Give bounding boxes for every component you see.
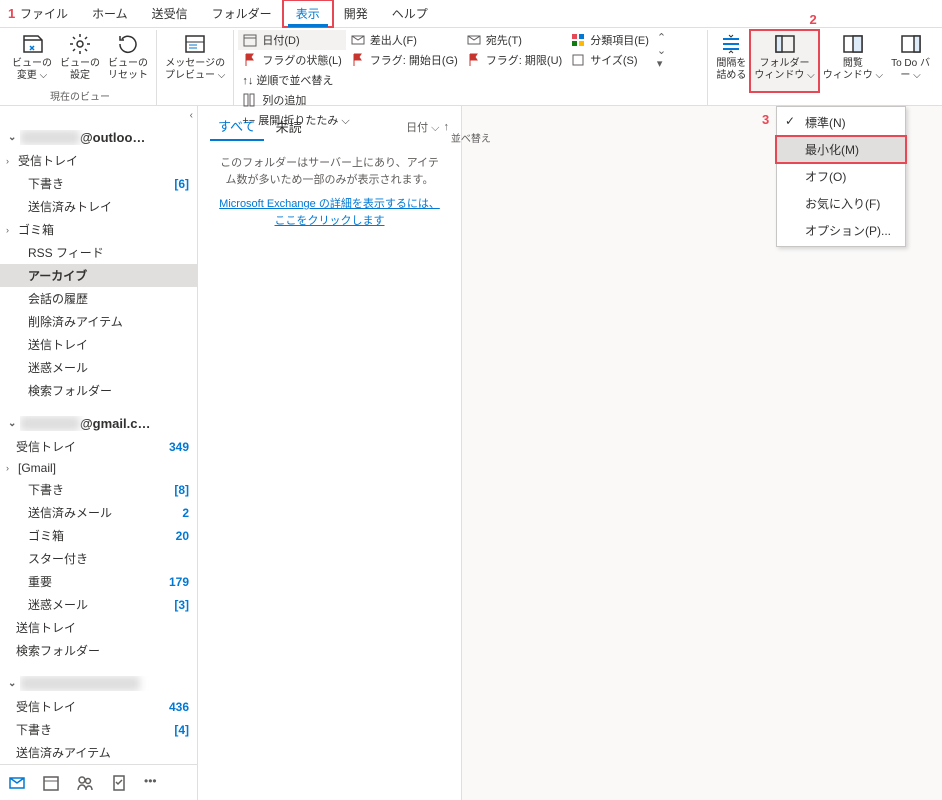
reverse-sort[interactable]: ↑↓ 逆順で並べ替え <box>238 70 353 90</box>
arrange-flagstart[interactable]: フラグ: 開始日(G) <box>346 50 462 70</box>
marker-1: 1 <box>8 6 15 21</box>
chevron-icon: › <box>6 225 16 235</box>
arrange-to[interactable]: 宛先(T) <box>462 30 566 50</box>
todo-bar-button[interactable]: To Do バ ー ⌵ <box>887 30 934 92</box>
account-header[interactable]: ⌄xxxxx@outloo… <box>0 126 197 149</box>
change-view-button[interactable]: ビューの 変更 ⌵ <box>8 30 56 88</box>
view-reset-button[interactable]: ビューの リセット <box>104 30 152 88</box>
tab-help[interactable]: ヘルプ <box>380 1 440 26</box>
ribbon: ビューの 変更 ⌵ ビューの 設定 ビューの リセット 現在のビュー メッセージ… <box>0 28 942 106</box>
dropdown-minimize[interactable]: 最小化(M) <box>777 136 905 163</box>
folder-item[interactable]: 下書き[4] <box>0 718 197 741</box>
tab-view[interactable]: 表示 <box>284 1 332 26</box>
gallery-more[interactable]: ▾ <box>657 57 666 70</box>
folder-item[interactable]: 削除済みアイテム <box>0 310 197 333</box>
gallery-up[interactable]: ⌃ <box>657 31 666 44</box>
tab-home[interactable]: ホーム <box>80 1 140 26</box>
chevron-icon: ⌄ <box>8 678 20 689</box>
folder-item[interactable]: ›ゴミ箱 <box>0 218 197 241</box>
nav-mail-icon[interactable] <box>8 774 26 792</box>
folder-item[interactable]: アーカイブ <box>0 264 197 287</box>
arrange-from[interactable]: 差出人(F) <box>346 30 462 50</box>
folder-item[interactable]: 迷惑メール[3] <box>0 593 197 616</box>
arrange-category[interactable]: 分類項目(E) <box>566 30 653 50</box>
tab-developer[interactable]: 開発 <box>332 1 380 26</box>
folder-window-button[interactable]: 2 フォルダー ウィンドウ ⌵ <box>750 30 818 92</box>
folder-item[interactable]: 重要179 <box>0 570 197 593</box>
ribbon-tabs: ファイル ホーム 送受信 フォルダー 1 表示 開発 ヘルプ <box>0 0 942 28</box>
add-column[interactable]: 列の追加 <box>238 90 353 110</box>
group-arrange: 日付(D) フラグの状態(L) 差出人(F) フラグ: 開始日(G) 宛先(T)… <box>234 30 708 105</box>
nav-people-icon[interactable] <box>76 774 94 792</box>
folder-item[interactable]: ゴミ箱20 <box>0 524 197 547</box>
chevron-icon: ⌄ <box>8 418 20 429</box>
tab-file[interactable]: ファイル <box>8 1 80 26</box>
group-message-preview: メッセージの プレビュー ⌵ <box>157 30 234 105</box>
gallery-down[interactable]: ⌄ <box>657 44 666 57</box>
message-list-pane: すべて 未読 日付 ⌵↑ このフォルダーはサーバー上にあり、アイテム数が多いため… <box>198 106 462 800</box>
nav-tasks-icon[interactable] <box>110 774 128 792</box>
marker-3: 3 <box>762 112 769 127</box>
marker-2: 2 <box>810 12 817 28</box>
folder-info-message: このフォルダーはサーバー上にあり、アイテム数が多いため一部のみが表示されます。 … <box>198 147 461 237</box>
dropdown-off[interactable]: オフ(O) <box>777 163 905 190</box>
dropdown-favorites[interactable]: お気に入り(F) <box>777 190 905 217</box>
folder-item[interactable]: スター付き <box>0 547 197 570</box>
account-header[interactable]: ⌄xxxxx <box>0 672 197 695</box>
folder-window-dropdown: ✓標準(N) 最小化(M) オフ(O) お気に入り(F) オプション(P)... <box>776 106 906 247</box>
folder-item[interactable]: ›受信トレイ <box>0 149 197 172</box>
folder-item[interactable]: 会話の履歴 <box>0 287 197 310</box>
exchange-details-link[interactable]: Microsoft Exchange の詳細を表示するには、ここをクリックします <box>218 196 441 229</box>
tab-sendreceive[interactable]: 送受信 <box>140 1 200 26</box>
check-icon: ✓ <box>785 114 795 128</box>
folder-item[interactable]: 下書き[8] <box>0 478 197 501</box>
folder-item[interactable]: 受信トレイ436 <box>0 695 197 718</box>
message-preview-button[interactable]: メッセージの プレビュー ⌵ <box>161 30 229 92</box>
folder-item[interactable]: 受信トレイ349 <box>0 435 197 458</box>
group-layout: 間隔を 詰める 2 フォルダー ウィンドウ ⌵ 閲覧 ウィンドウ ⌵ To Do… <box>708 30 938 105</box>
folder-item[interactable]: 迷惑メール <box>0 356 197 379</box>
tab-folder[interactable]: フォルダー <box>200 1 284 26</box>
group-current-view: ビューの 変更 ⌵ ビューの 設定 ビューの リセット 現在のビュー <box>4 30 157 105</box>
view-settings-button[interactable]: ビューの 設定 <box>56 30 104 88</box>
expand-collapse[interactable]: +− 展開/折りたたみ ⌵ <box>238 110 353 130</box>
arrange-size[interactable]: サイズ(S) <box>566 50 653 70</box>
collapse-folder-pane[interactable]: ‹ <box>190 110 193 121</box>
arrange-flagdue[interactable]: フラグ: 期限(U) <box>462 50 566 70</box>
chevron-icon: ⌄ <box>8 132 20 143</box>
nav-more-icon[interactable]: ••• <box>144 774 162 792</box>
folder-list: ⌄xxxxx@outloo…›受信トレイ下書き[6]送信済みトレイ›ゴミ箱RSS… <box>0 106 197 764</box>
folder-item[interactable]: 送信済みメール2 <box>0 501 197 524</box>
folder-pane: ‹ ⌄xxxxx@outloo…›受信トレイ下書き[6]送信済みトレイ›ゴミ箱R… <box>0 106 198 800</box>
folder-item[interactable]: RSS フィード <box>0 241 197 264</box>
folder-item[interactable]: 送信済みアイテム <box>0 741 197 764</box>
arrange-flagstatus[interactable]: フラグの状態(L) <box>238 50 345 70</box>
folder-item[interactable]: 検索フォルダー <box>0 379 197 402</box>
folder-item[interactable]: 送信トレイ <box>0 333 197 356</box>
dropdown-options[interactable]: オプション(P)... <box>777 217 905 244</box>
nav-bar: ••• <box>0 764 197 800</box>
folder-item[interactable]: 検索フォルダー <box>0 639 197 662</box>
chevron-icon: › <box>6 463 16 473</box>
arrange-date[interactable]: 日付(D) <box>238 30 345 50</box>
reading-window-button[interactable]: 閲覧 ウィンドウ ⌵ <box>819 30 887 92</box>
tighter-spacing-button[interactable]: 間隔を 詰める <box>712 30 750 92</box>
folder-item[interactable]: ›[Gmail] <box>0 458 197 478</box>
folder-item[interactable]: 下書き[6] <box>0 172 197 195</box>
chevron-icon: › <box>6 156 16 166</box>
folder-item[interactable]: 送信トレイ <box>0 616 197 639</box>
account-header[interactable]: ⌄xxxxx@gmail.c… <box>0 412 197 435</box>
folder-item[interactable]: 送信済みトレイ <box>0 195 197 218</box>
nav-calendar-icon[interactable] <box>42 774 60 792</box>
dropdown-normal[interactable]: ✓標準(N) <box>777 109 905 136</box>
